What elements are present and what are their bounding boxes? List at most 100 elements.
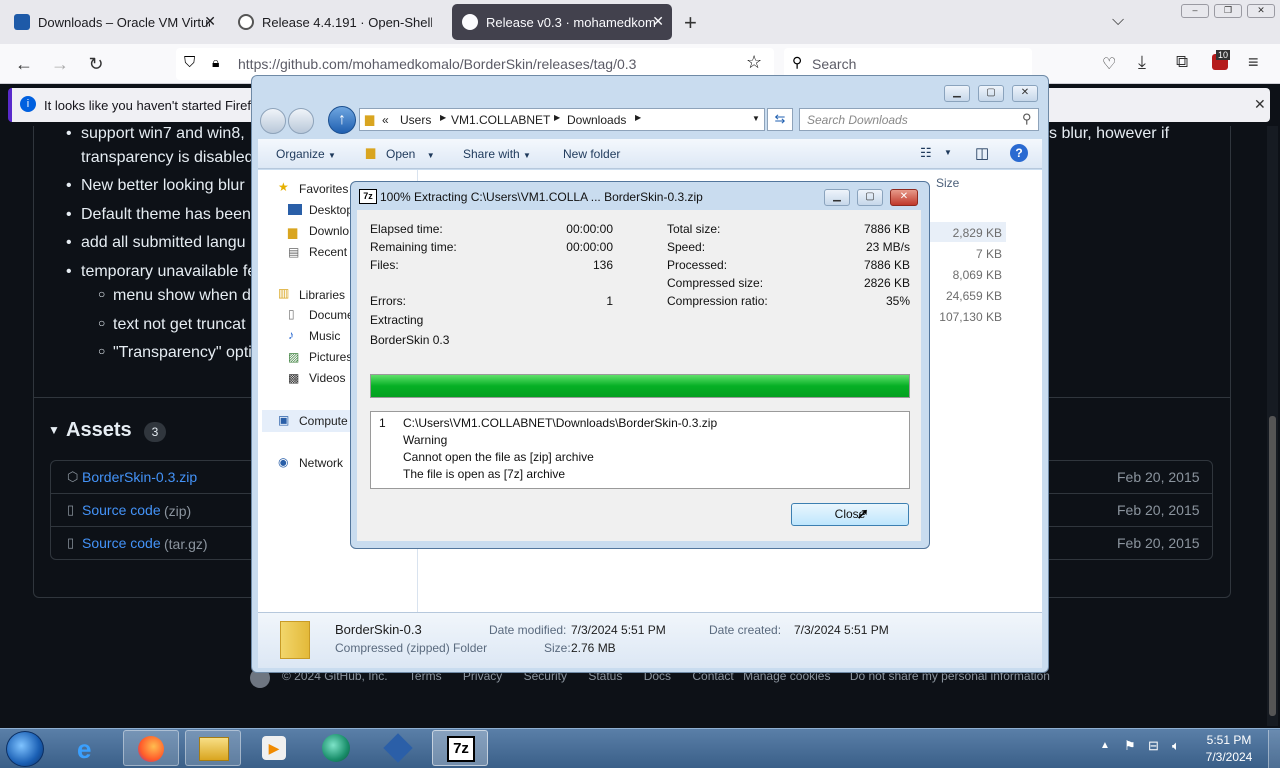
asset-date: Feb 20, 2015 (1117, 502, 1200, 518)
nav-network[interactable]: Network (299, 456, 343, 470)
forward-icon[interactable]: → (48, 52, 72, 76)
file-size[interactable]: 7 KB (948, 247, 1002, 261)
chevron-right-icon[interactable]: ▶ (554, 113, 560, 122)
view-options-icon[interactable]: ☷ (920, 145, 932, 161)
log-index: 1 (379, 416, 386, 430)
nav-desktop[interactable]: Desktop (309, 203, 353, 217)
ratio-value: 35% (885, 294, 910, 308)
assets-title[interactable]: Assets (66, 419, 132, 442)
nav-pictures[interactable]: Pictures (309, 350, 352, 364)
media-player-icon: ▶ (262, 736, 286, 760)
shield-icon[interactable]: ⛉ (184, 54, 195, 71)
url-text[interactable]: https://github.com/mohamedkomalo/BorderS… (238, 56, 636, 72)
asset-link[interactable]: BorderSkin-0.3.zip (82, 469, 197, 485)
page-scrollbar[interactable] (1267, 126, 1278, 726)
maximize-icon[interactable]: ▢ (857, 189, 883, 206)
refresh-icon[interactable]: ⇆ (767, 108, 793, 131)
organize-button[interactable]: Organize ▼ (276, 147, 336, 161)
close-tab-icon[interactable]: ✕ (652, 13, 664, 30)
asset-link[interactable]: Source code (82, 502, 161, 518)
menu-icon[interactable]: ≡ (1248, 52, 1259, 73)
file-size[interactable]: 8,069 KB (948, 268, 1002, 282)
help-icon[interactable]: ? (1010, 144, 1028, 162)
chevron-down-icon[interactable]: ▼ (752, 114, 760, 123)
start-button[interactable] (6, 731, 44, 767)
show-hidden-icons[interactable]: ▲ (1100, 740, 1110, 751)
message-log[interactable]: 1 C:\Users\VM1.COLLABNET\Downloads\Borde… (370, 411, 910, 489)
app-globe-icon (322, 734, 350, 762)
back-icon[interactable]: ← (12, 52, 36, 76)
asset-link[interactable]: Source code (82, 535, 161, 551)
show-desktop-button[interactable] (1268, 730, 1280, 768)
nav-recent[interactable]: Recent (309, 245, 347, 259)
reload-icon[interactable]: ↻ (84, 52, 108, 76)
close-button[interactable]: Close (791, 503, 909, 526)
share-with-button[interactable]: Share with ▼ (463, 147, 531, 161)
lock-icon[interactable]: 🔒︎ (212, 54, 219, 71)
nav-documents[interactable]: Docume (309, 308, 354, 322)
forward-button[interactable] (288, 108, 314, 134)
nav-music[interactable]: Music (309, 329, 340, 343)
tab-release-active[interactable]: Release v0.3 · mohamedkomal ✕ (452, 4, 672, 40)
close-icon[interactable]: ✕ (1012, 85, 1038, 102)
list-all-tabs-icon[interactable]: ⌵ (1112, 12, 1124, 30)
up-arrow-icon[interactable]: ↑ (328, 106, 356, 134)
taskbar-7zip[interactable]: 7z (432, 730, 488, 766)
downloads-icon[interactable]: ⤓ (1138, 52, 1146, 73)
new-tab-button[interactable]: + (684, 10, 697, 36)
column-size-header[interactable]: Size (936, 176, 959, 190)
file-size[interactable]: 107,130 KB (930, 310, 1002, 324)
file-size[interactable]: 24,659 KB (936, 289, 1002, 303)
taskbar-virtualbox[interactable] (370, 730, 426, 766)
pocket-icon[interactable]: ♡ (1102, 54, 1116, 74)
maximize-icon[interactable]: ▢ (978, 85, 1004, 102)
tab-open-shell[interactable]: Release 4.4.191 · Open-Shell/Op (228, 4, 450, 40)
breadcrumb-overflow[interactable]: « (382, 113, 389, 127)
restore-icon[interactable]: ❐ (1214, 4, 1242, 18)
nav-favorites[interactable]: Favorites (299, 182, 348, 196)
bookmark-star-icon[interactable]: ☆ (746, 52, 762, 73)
extensions-icon[interactable]: ⧉ (1176, 52, 1188, 72)
minimize-icon[interactable]: ‒ (1181, 4, 1209, 18)
close-icon[interactable]: ✕ (890, 189, 918, 206)
file-size[interactable]: 2,829 KB (948, 226, 1002, 240)
package-icon: ⬡ (67, 469, 79, 484)
close-window-icon[interactable]: ✕ (1247, 4, 1275, 18)
search-icon: ⚲ (1022, 111, 1032, 126)
network-tray-icon[interactable]: ⊟ (1148, 738, 1159, 754)
address-breadcrumb[interactable]: ▆ « Users ▶ VM1.COLLABNET ▶ Downloads ▶ … (359, 108, 765, 131)
taskbar-explorer[interactable] (185, 730, 241, 766)
taskbar-firefox[interactable] (123, 730, 179, 766)
back-button[interactable] (260, 108, 286, 134)
minimize-icon[interactable]: ▁ (944, 85, 970, 102)
nav-downloads[interactable]: Downlo (309, 224, 349, 238)
chevron-right-icon[interactable]: ▶ (635, 113, 641, 122)
nav-computer[interactable]: Compute (299, 414, 348, 428)
taskbar-app[interactable] (308, 730, 364, 766)
nav-videos[interactable]: Videos (309, 371, 345, 385)
nav-libraries[interactable]: Libraries (299, 288, 345, 302)
new-folder-button[interactable]: New folder (563, 147, 620, 161)
open-button[interactable]: Open ▼ (386, 147, 435, 161)
clock-time[interactable]: 5:51 PM (1199, 733, 1259, 747)
explorer-search-input[interactable]: Search Downloads ⚲ (799, 108, 1039, 131)
close-tab-icon[interactable]: ✕ (204, 13, 216, 30)
breadcrumb-downloads[interactable]: Downloads (567, 113, 626, 127)
chevron-right-icon[interactable]: ▶ (440, 113, 446, 122)
taskbar-media[interactable]: ▶ (246, 730, 302, 766)
taskbar-ie[interactable]: e (63, 730, 119, 766)
breadcrumb-user[interactable]: VM1.COLLABNET (451, 113, 550, 127)
minimize-icon[interactable]: ▁ (824, 189, 850, 206)
chevron-down-icon[interactable]: ▼ (944, 148, 952, 157)
action-center-flag-icon[interactable]: ⚑ (1124, 738, 1136, 754)
preview-pane-icon[interactable]: ◫ (975, 144, 989, 162)
breadcrumb-users[interactable]: Users (400, 113, 431, 127)
volume-muted-icon[interactable]: 🔈︎ (1172, 738, 1180, 754)
caret-down-icon[interactable]: ▼ (48, 423, 60, 437)
virtualbox-icon (383, 733, 413, 763)
close-notification-icon[interactable]: ✕ (1254, 96, 1266, 113)
sub-bullet-dot: ○ (98, 287, 106, 301)
clock-date[interactable]: 7/3/2024 (1199, 750, 1259, 764)
tab-virtualbox[interactable]: Downloads – Oracle VM Virtuali ✕ (4, 4, 224, 40)
details-pane: BorderSkin-0.3 Compressed (zipped) Folde… (258, 612, 1042, 668)
